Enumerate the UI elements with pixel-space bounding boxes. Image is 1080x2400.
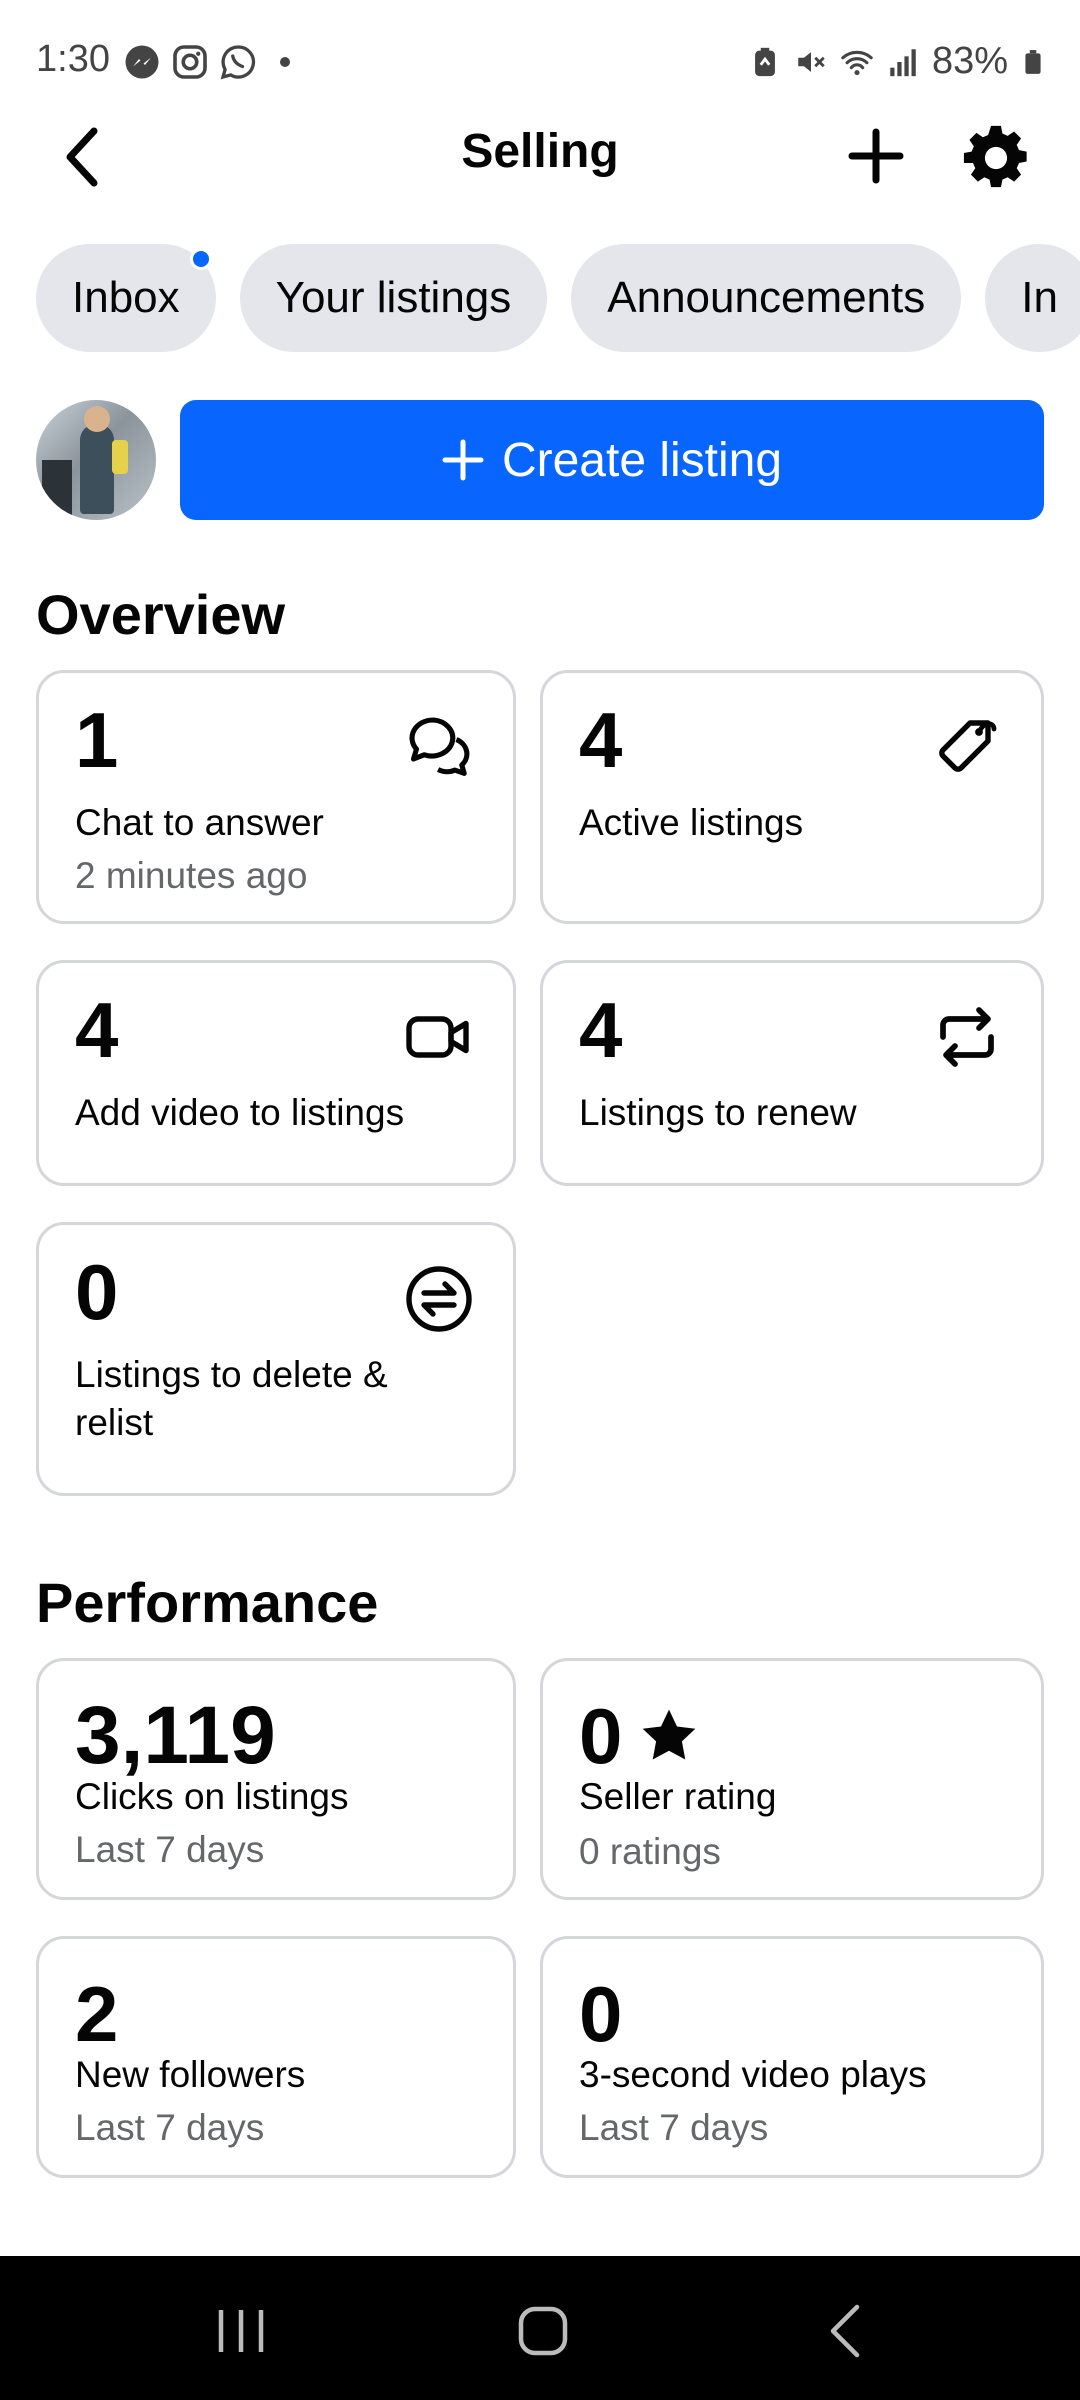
recents-button[interactable] [206, 2296, 276, 2366]
tab-inbox[interactable]: Inbox [36, 244, 216, 352]
status-app-icons [124, 44, 290, 80]
battery-saver-icon [755, 47, 775, 76]
video-camera-icon [401, 999, 477, 1075]
video-plays-card[interactable]: 0 3-second video plays Last 7 days [540, 1936, 1044, 2178]
chat-bubbles-icon [401, 709, 477, 785]
battery-icon [1025, 49, 1041, 74]
home-button[interactable] [508, 2296, 578, 2366]
messenger-icon [125, 45, 159, 79]
clicks-card[interactable]: 3,119 Clicks on listings Last 7 days [36, 1658, 516, 1900]
tab-label: Announcements [607, 273, 926, 322]
instagram-icon [173, 45, 207, 79]
recents-icon [218, 2310, 264, 2352]
nav-back-button[interactable] [810, 2296, 880, 2366]
notification-dot [280, 57, 290, 67]
gear-icon [963, 125, 1027, 188]
card-value: 4 [579, 986, 623, 1074]
tab-announcements[interactable]: Announcements [571, 244, 962, 352]
tab-label: Inbox [72, 273, 180, 322]
card-sub: Last 7 days [75, 2107, 265, 2148]
chat-to-answer-card[interactable]: 1 Chat to answer 2 minutes ago [36, 670, 516, 924]
signal-icon [890, 48, 916, 76]
status-bar: 1:30 83% [0, 0, 1080, 120]
card-value-row: 0 [579, 1697, 700, 1775]
add-button[interactable] [840, 120, 912, 192]
card-label: 3-second video plays [579, 2054, 927, 2095]
card-label: Add video to listings [75, 1092, 405, 1133]
header: Selling [0, 110, 1080, 200]
card-label: Clicks on listings [75, 1776, 349, 1817]
plus-icon [848, 128, 904, 184]
back-icon [830, 2304, 860, 2358]
overview-title: Overview [36, 583, 286, 646]
swap-circle-icon [401, 1261, 477, 1337]
status-system-icons: 83% [748, 40, 1046, 83]
card-value: 0 [75, 1248, 119, 1336]
battery-percent: 83% [931, 40, 1008, 82]
unread-dot [189, 248, 212, 270]
card-label: Active listings [579, 802, 804, 843]
star-icon [643, 1709, 696, 1760]
create-listing-button[interactable]: Create listing [180, 400, 1044, 520]
home-icon [518, 2306, 568, 2356]
new-followers-card[interactable]: 2 New followers Last 7 days [36, 1936, 516, 2178]
tab-insights[interactable]: In [985, 244, 1080, 352]
tab-label: In [1021, 273, 1058, 322]
card-value: 1 [75, 696, 119, 784]
renew-icon [929, 999, 1005, 1075]
card-value: 0 [579, 1692, 623, 1780]
delete-relist-card[interactable]: 0 Listings to delete & relist [36, 1222, 516, 1496]
active-listings-card[interactable]: 4 Active listings [540, 670, 1044, 924]
card-sub: 2 minutes ago [75, 855, 308, 896]
tab-your-listings[interactable]: Your listings [239, 244, 548, 352]
wifi-icon [841, 50, 873, 75]
mute-icon [798, 51, 825, 72]
create-listing-label: Create listing [501, 433, 783, 487]
card-label: Listings to delete & relist [75, 1354, 388, 1443]
filter-tabs: Inbox Your listings Announcements In [36, 244, 1080, 352]
tag-icon [929, 709, 1005, 785]
add-video-card[interactable]: 4 Add video to listings [36, 960, 516, 1186]
card-sub: 0 ratings [579, 1831, 721, 1872]
card-label: New followers [75, 2054, 306, 2095]
card-label: Chat to answer [75, 802, 324, 843]
card-value: 4 [75, 986, 119, 1074]
card-sub: Last 7 days [579, 2107, 769, 2148]
settings-button[interactable] [958, 120, 1034, 196]
tab-label: Your listings [275, 273, 512, 322]
whatsapp-icon [220, 45, 256, 80]
listings-to-renew-card[interactable]: 4 Listings to renew [540, 960, 1044, 1186]
card-label: Listings to renew [579, 1092, 857, 1133]
card-value: 4 [579, 696, 623, 784]
performance-title: Performance [36, 1571, 379, 1634]
page-title: Selling [461, 125, 619, 178]
status-time: 1:30 [36, 38, 110, 80]
card-value: 0 [579, 1970, 623, 2058]
seller-rating-card[interactable]: 0 Seller rating 0 ratings [540, 1658, 1044, 1900]
plus-icon [442, 439, 484, 481]
card-sub: Last 7 days [75, 1829, 265, 1870]
card-label: Seller rating [579, 1776, 777, 1817]
system-nav-bar [0, 2256, 1080, 2400]
card-value: 3,119 [75, 1690, 276, 1781]
avatar[interactable] [36, 400, 156, 520]
card-value: 2 [75, 1970, 119, 2058]
